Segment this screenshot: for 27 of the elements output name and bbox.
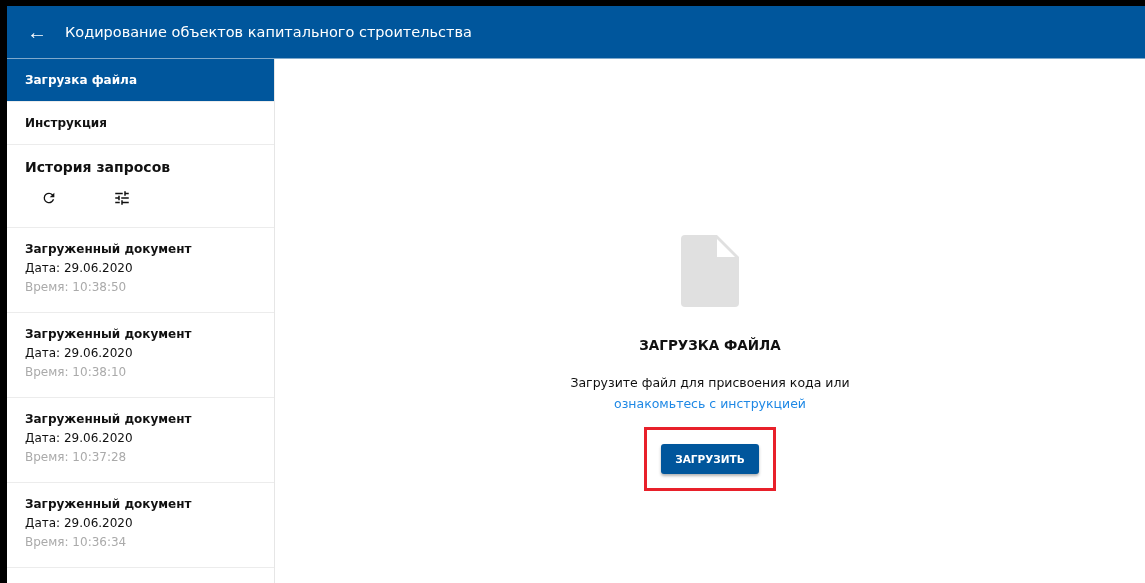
document-name: Загруженный документ xyxy=(25,242,193,256)
document-name: Загруженный документ xyxy=(25,497,193,511)
document-name: Загруженный документ xyxy=(25,412,193,426)
document-date: Дата: 29.06.2020 xyxy=(25,261,134,275)
history-item[interactable]: Загруженный документ Дата: 29.06.2020 Время: 10:37:28 xyxy=(7,398,274,483)
history-title: История запросов xyxy=(25,159,172,175)
document-date: Дата: 29.06.2020 xyxy=(25,431,134,445)
back-button[interactable]: ← xyxy=(23,20,51,44)
upload-button[interactable]: ЗАГРУЗИТЬ xyxy=(661,444,759,474)
upload-description: Загрузите файл для присвоения кода или xyxy=(570,375,850,390)
nav-item[interactable]: Загрузка файла xyxy=(7,59,274,102)
document-name: Загруженный документ xyxy=(25,327,193,341)
upload-title: ЗАГРУЗКА ФАЙЛА xyxy=(639,337,781,353)
document-date: Дата: 29.06.2020 xyxy=(25,516,134,530)
history-item[interactable]: Загруженный документ Дата: 29.06.2020 Время: 10:38:50 xyxy=(7,228,274,313)
document-date: Дата: 29.06.2020 xyxy=(25,346,134,360)
page-title: Кодирование объектов капитального строительства xyxy=(65,24,472,40)
instruction-link[interactable]: ознакомьтесь с инструкцией xyxy=(614,396,806,411)
history-item[interactable]: Загруженный документ Дата: 29.06.2020 Время: 10:38:10 xyxy=(7,313,274,398)
document-icon xyxy=(681,235,739,307)
document-time: Время: 10:37:28 xyxy=(25,450,128,464)
document-time: Время: 10:38:50 xyxy=(25,280,128,294)
refresh-icon[interactable] xyxy=(41,190,57,206)
document-time: Время: 10:38:10 xyxy=(25,365,128,379)
history-item[interactable]: Загруженный документ Дата: 29.06.2020 Время: 10:36:34 xyxy=(7,483,274,568)
document-time: Время: 10:36:34 xyxy=(25,535,128,549)
filter-sliders-icon[interactable] xyxy=(113,189,131,207)
